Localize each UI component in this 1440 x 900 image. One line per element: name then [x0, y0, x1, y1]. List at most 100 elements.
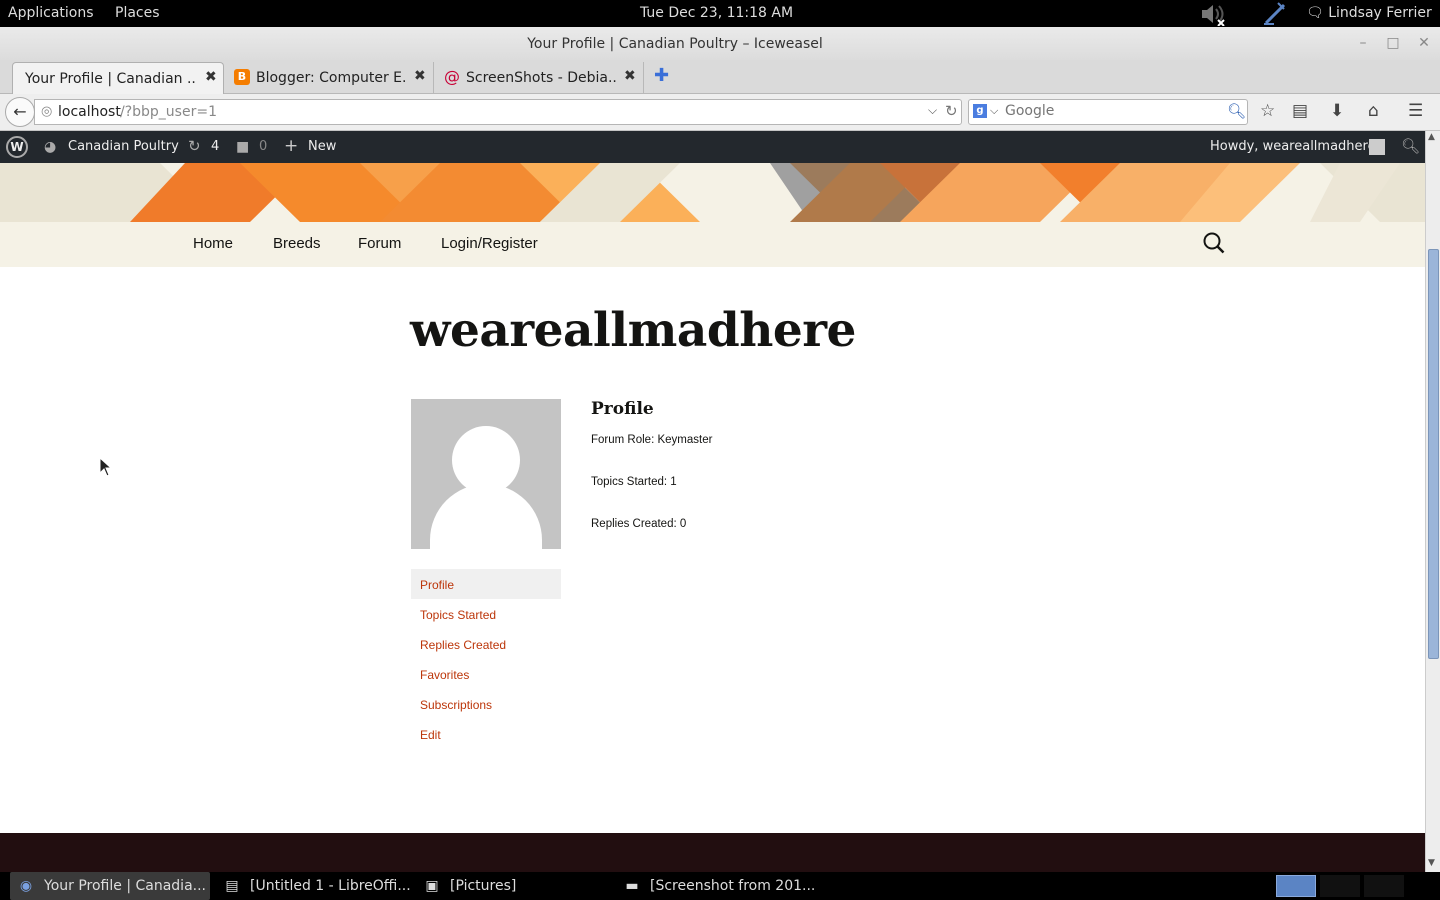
workspace-switcher-2[interactable]	[1320, 875, 1360, 897]
profile-menu-favorites[interactable]: Favorites	[411, 659, 561, 689]
workspace-switcher-3[interactable]	[1364, 875, 1404, 897]
downloads-icon[interactable]: ⬇	[1330, 101, 1344, 121]
task-libreoffice[interactable]: ▤ [Untitled 1 - LibreOffi...	[216, 872, 411, 900]
avatar-body	[430, 484, 542, 549]
profile-menu-replies-created[interactable]: Replies Created	[411, 629, 561, 659]
updates-icon[interactable]: ↻	[188, 137, 201, 155]
replies-created-count: Replies Created: 0	[591, 518, 687, 530]
user-name: Lindsay Ferrier	[1328, 5, 1432, 21]
nav-breeds[interactable]: Breeds	[273, 235, 321, 252]
user-avatar	[411, 399, 561, 549]
navigation-toolbar: ◎ localhost /?bbp_user=1 ⌵ ↻ ← g ⌵ 🔍︎ ☆ …	[0, 94, 1440, 131]
chat-icon: 🗨︎	[1306, 5, 1324, 21]
site-search-icon[interactable]	[1203, 232, 1225, 256]
bookmarks-menu-icon[interactable]: ▤	[1292, 101, 1308, 121]
topics-started-count: Topics Started: 1	[591, 476, 677, 488]
window-title: Your Profile | Canadian Poultry – Icewea…	[527, 36, 823, 52]
site-name-link[interactable]: Canadian Poultry	[68, 139, 179, 154]
page-scrollbar[interactable]: ▲ ▼	[1425, 131, 1440, 872]
url-history-dropdown-icon[interactable]: ⌵	[928, 103, 937, 118]
places-menu[interactable]: Places	[115, 5, 160, 21]
dashboard-icon: ◕	[44, 139, 57, 155]
comments-count[interactable]: 0	[259, 139, 267, 154]
close-tab-icon[interactable]: ✖	[414, 68, 426, 84]
close-tab-icon[interactable]: ✖	[205, 69, 217, 85]
close-window-icon[interactable]: ✕	[1411, 33, 1437, 53]
tab-label: Blogger: Computer E...	[256, 70, 406, 86]
new-tab-icon[interactable]: ✚	[654, 65, 669, 86]
globe-icon: ◎	[41, 104, 53, 119]
banner-graphic	[0, 163, 1425, 222]
tab-your-profile[interactable]: Your Profile | Canadian ... ✖	[12, 62, 224, 94]
network-icon[interactable]	[1262, 1, 1286, 29]
forum-role: Forum Role: Keymaster	[591, 434, 713, 446]
profile-menu-edit[interactable]: Edit	[411, 719, 561, 749]
url-host: localhost	[58, 104, 121, 120]
site-navigation: Home Breeds Forum Login/Register	[0, 222, 1425, 267]
url-bar[interactable]: ◎ localhost /?bbp_user=1 ⌵ ↻	[34, 99, 962, 125]
workspace-switcher-1[interactable]	[1276, 875, 1316, 897]
image-viewer-icon: ▬	[625, 878, 639, 894]
iceweasel-icon: ◉	[19, 878, 33, 894]
updates-count[interactable]: 4	[211, 139, 219, 154]
clock[interactable]: Tue Dec 23, 11:18 AM	[640, 5, 793, 21]
tab-screenshots[interactable]: @ ScreenShots - Debia... ✖	[436, 62, 644, 94]
folder-icon: ▣	[425, 878, 439, 894]
close-tab-icon[interactable]: ✖	[624, 68, 636, 84]
wordpress-logo-icon[interactable]: W	[6, 136, 28, 158]
profile-menu-profile[interactable]: Profile	[411, 569, 561, 599]
minimize-icon[interactable]: –	[1350, 33, 1376, 53]
task-screenshot[interactable]: ▬ [Screenshot from 201...	[616, 872, 816, 900]
search-icon[interactable]: 🔍︎	[1227, 102, 1246, 120]
maximize-icon[interactable]: □	[1380, 33, 1406, 53]
volume-muted-icon[interactable]	[1200, 2, 1228, 30]
task-iceweasel[interactable]: ◉ Your Profile | Canadia...	[10, 872, 210, 900]
applications-menu[interactable]: Applications	[8, 5, 94, 21]
admin-avatar[interactable]	[1369, 139, 1385, 155]
wp-admin-bar: W ◕ Canadian Poultry ↻ 4 ■ 0 + New Howdy…	[0, 131, 1425, 163]
back-button[interactable]: ←	[5, 97, 35, 127]
tab-label: ScreenShots - Debia...	[466, 70, 616, 86]
debian-icon: @	[444, 67, 460, 86]
user-menu[interactable]: 🗨︎ Lindsay Ferrier	[1306, 5, 1432, 21]
site-footer	[0, 833, 1425, 872]
task-label: [Pictures]	[450, 878, 517, 894]
profile-menu-subscriptions[interactable]: Subscriptions	[411, 689, 561, 719]
window-titlebar: Your Profile | Canadian Poultry – Icewea…	[0, 27, 1440, 60]
admin-search-icon[interactable]: 🔍︎	[1401, 137, 1420, 155]
header-banner	[0, 163, 1425, 222]
scroll-down-icon[interactable]: ▼	[1428, 858, 1435, 868]
url-path: /?bbp_user=1	[120, 104, 217, 120]
nav-home[interactable]: Home	[193, 235, 233, 252]
nav-forum[interactable]: Forum	[358, 235, 401, 252]
task-label: Your Profile | Canadia...	[44, 878, 206, 894]
google-engine-icon[interactable]: g	[973, 104, 987, 118]
comments-icon[interactable]: ■	[236, 139, 249, 155]
home-icon[interactable]: ⌂	[1368, 101, 1379, 121]
profile-heading: Profile	[591, 399, 654, 419]
search-input[interactable]	[1005, 103, 1215, 119]
scrollbar-thumb[interactable]	[1428, 249, 1439, 659]
plus-icon[interactable]: +	[284, 136, 298, 156]
search-bar[interactable]: g ⌵ 🔍︎	[968, 99, 1248, 125]
back-arrow-icon: ←	[13, 102, 27, 121]
tab-bar: Your Profile | Canadian ... ✖ B Blogger:…	[0, 60, 1440, 94]
howdy-user-link[interactable]: Howdy, weareallmadhere	[1210, 139, 1376, 154]
chevron-down-icon[interactable]: ⌵	[990, 104, 998, 118]
nav-login-register[interactable]: Login/Register	[441, 235, 538, 252]
bookmark-star-icon[interactable]: ☆	[1260, 101, 1275, 121]
profile-menu-topics-started[interactable]: Topics Started	[411, 599, 561, 629]
task-label: [Screenshot from 201...	[650, 878, 816, 894]
taskbar: ◉ Your Profile | Canadia... ▤ [Untitled 1 …	[0, 872, 1440, 900]
document-icon: ▤	[225, 878, 239, 894]
reload-icon[interactable]: ↻	[945, 102, 958, 120]
page-viewport: W ◕ Canadian Poultry ↻ 4 ■ 0 + New Howdy…	[0, 131, 1425, 872]
new-content-link[interactable]: New	[308, 139, 336, 154]
tab-blogger[interactable]: B Blogger: Computer E... ✖	[226, 62, 434, 94]
profile-menu: Profile Topics Started Replies Created F…	[411, 569, 561, 749]
scroll-up-icon[interactable]: ▲	[1428, 132, 1435, 142]
task-pictures[interactable]: ▣ [Pictures]	[416, 872, 606, 900]
blogger-icon: B	[234, 69, 250, 85]
task-label: [Untitled 1 - LibreOffi...	[250, 878, 411, 894]
hamburger-menu-icon[interactable]: ☰	[1408, 101, 1423, 121]
